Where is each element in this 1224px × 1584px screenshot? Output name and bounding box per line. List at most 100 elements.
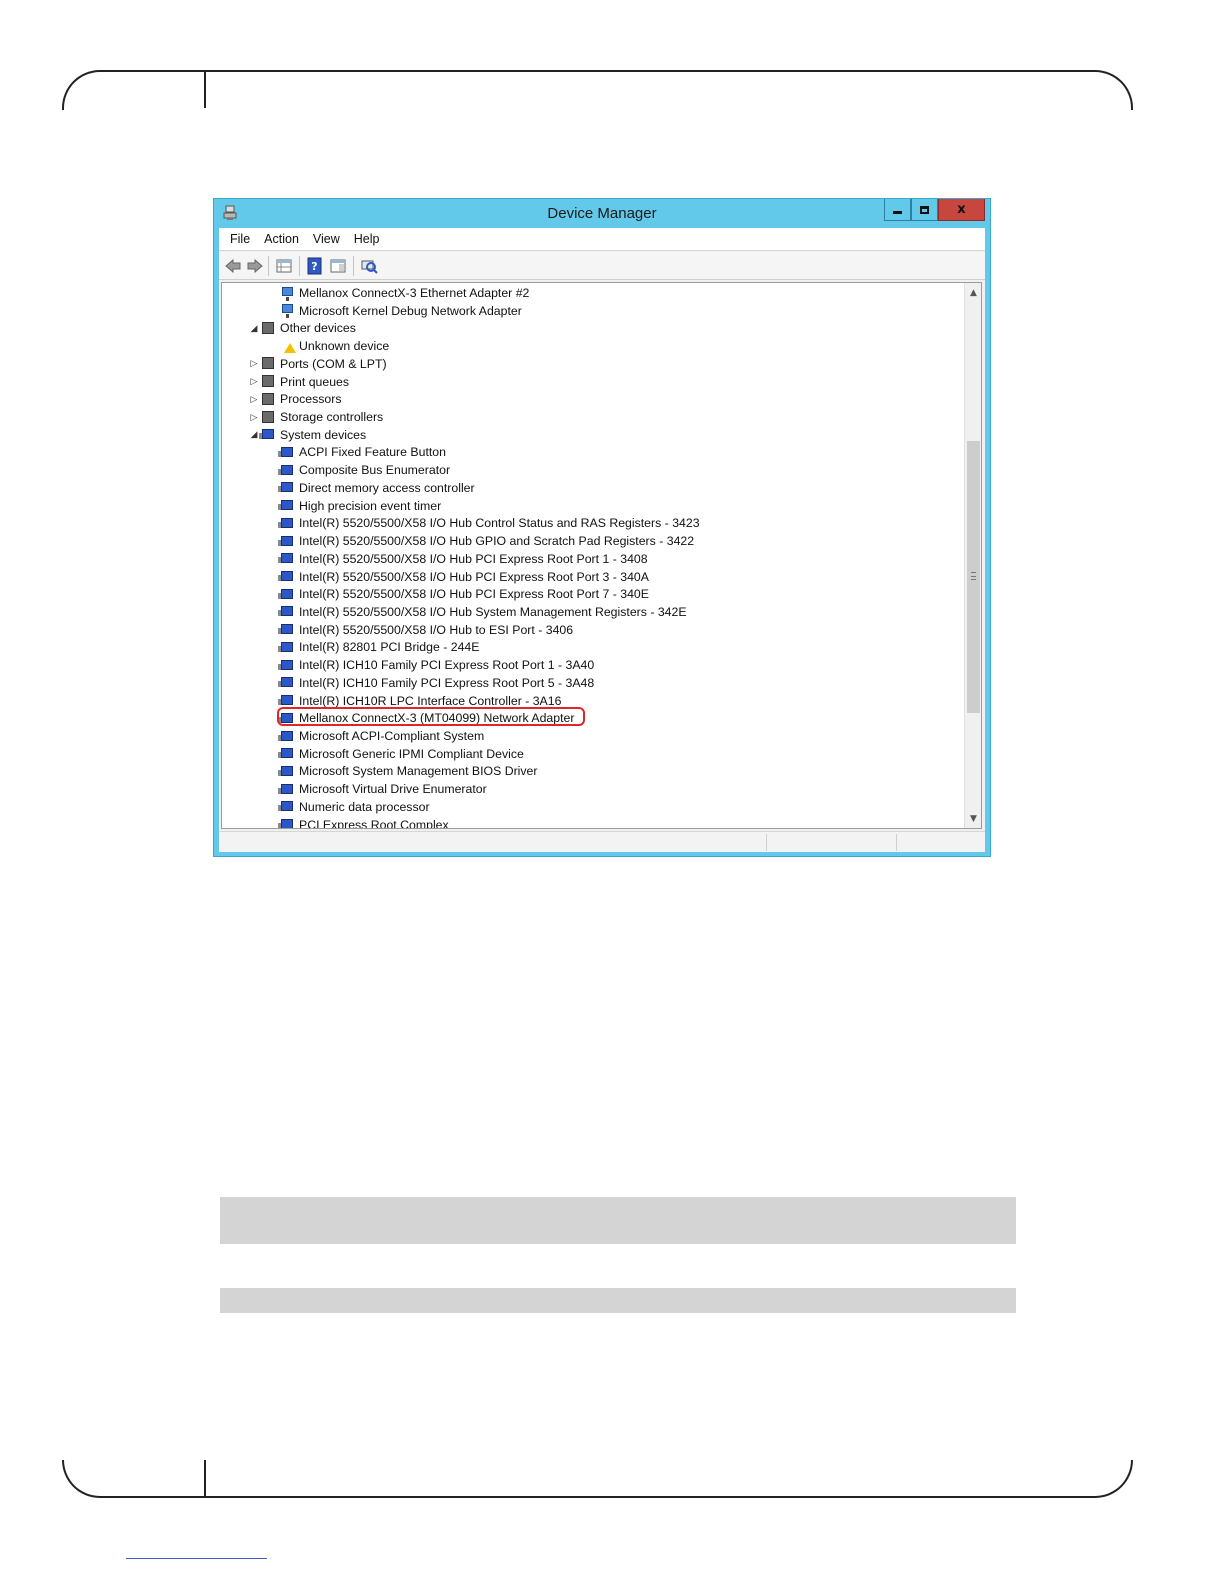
system-device-icon xyxy=(278,640,295,655)
toolbar-separator xyxy=(353,256,354,276)
collapsed-arrow-icon[interactable]: ▷ xyxy=(248,394,260,405)
tree-item[interactable]: Microsoft ACPI-Compliant System xyxy=(267,727,484,745)
tree-item-label: Intel(R) ICH10 Family PCI Express Root P… xyxy=(299,675,595,690)
system-device-icon xyxy=(278,551,295,566)
menu-file[interactable]: File xyxy=(223,232,257,246)
footer-link-underline[interactable] xyxy=(126,1558,267,1559)
scrollbar-thumb[interactable] xyxy=(967,441,980,713)
tree-item-label: Microsoft Generic IPMI Compliant Device xyxy=(299,746,524,761)
status-divider xyxy=(766,834,767,851)
printer-icon xyxy=(260,374,276,389)
tree-category[interactable]: ▷ Processors xyxy=(248,390,342,408)
page-header-frame xyxy=(62,70,1133,110)
tree-item-label: Direct memory access controller xyxy=(299,480,475,495)
system-device-icon xyxy=(278,746,295,761)
scroll-down-arrow-icon[interactable]: ▼ xyxy=(966,811,981,826)
tree-item-label: Unknown device xyxy=(299,339,390,354)
tree-item-label: Intel(R) 82801 PCI Bridge - 244E xyxy=(299,640,480,655)
toolbar: ? xyxy=(219,252,985,280)
maximize-button[interactable] xyxy=(911,199,938,221)
expanded-arrow-icon[interactable]: ◢ xyxy=(248,323,260,334)
processor-icon xyxy=(260,392,276,407)
tree-item[interactable]: Unknown device xyxy=(267,337,389,355)
system-device-icon xyxy=(278,817,295,828)
close-button[interactable]: x xyxy=(938,199,985,221)
system-device-icon xyxy=(278,587,295,602)
vertical-scrollbar[interactable]: ▲ ▼ xyxy=(964,283,981,828)
system-device-icon xyxy=(278,534,295,549)
tree-item[interactable]: Intel(R) 82801 PCI Bridge - 244E xyxy=(267,638,479,656)
menu-help[interactable]: Help xyxy=(347,232,387,246)
tree-item[interactable]: Microsoft System Management BIOS Driver xyxy=(267,762,538,780)
tree-item[interactable]: PCI Express Root Complex xyxy=(267,816,449,829)
system-device-icon xyxy=(278,658,295,673)
forward-arrow-icon[interactable] xyxy=(246,257,264,275)
system-device-icon xyxy=(278,569,295,584)
menu-action[interactable]: Action xyxy=(257,232,306,246)
tree-item-label: PCI Express Root Complex xyxy=(299,817,449,829)
collapsed-arrow-icon[interactable]: ▷ xyxy=(248,376,260,387)
menu-view[interactable]: View xyxy=(306,232,347,246)
tree-item[interactable]: Intel(R) 5520/5500/X58 I/O Hub Control S… xyxy=(267,514,700,532)
minimize-button[interactable] xyxy=(884,199,911,221)
scan-hardware-icon[interactable] xyxy=(360,257,378,275)
tree-category[interactable]: ◢ Other devices xyxy=(248,319,356,337)
system-device-icon xyxy=(278,498,295,513)
tree-item-label: Intel(R) 5520/5500/X58 I/O Hub GPIO and … xyxy=(299,534,695,549)
scrollbar-grip-icon xyxy=(971,572,976,580)
highlight-annotation xyxy=(277,707,585,726)
tree-item-label: Intel(R) 5520/5500/X58 I/O Hub PCI Expre… xyxy=(299,551,648,566)
tree-item[interactable]: Microsoft Kernel Debug Network Adapter xyxy=(267,302,522,320)
window-title: Device Manager xyxy=(547,205,657,222)
tree-item-label: Processors xyxy=(280,392,342,407)
collapsed-arrow-icon[interactable]: ▷ xyxy=(248,412,260,423)
tree-item[interactable]: Composite Bus Enumerator xyxy=(267,461,450,479)
collapsed-arrow-icon[interactable]: ▷ xyxy=(248,358,260,369)
tree-item[interactable]: Intel(R) 5520/5500/X58 I/O Hub PCI Expre… xyxy=(267,568,649,586)
status-bar xyxy=(219,831,985,852)
tree-item[interactable]: Intel(R) 5520/5500/X58 I/O Hub PCI Expre… xyxy=(267,585,649,603)
tree-item[interactable]: ACPI Fixed Feature Button xyxy=(267,443,446,461)
tree-item[interactable]: Microsoft Generic IPMI Compliant Device xyxy=(267,745,524,763)
tree-item[interactable]: Direct memory access controller xyxy=(267,479,475,497)
tree-item[interactable]: Intel(R) 5520/5500/X58 I/O Hub to ESI Po… xyxy=(267,621,573,639)
tree-item[interactable]: Intel(R) ICH10 Family PCI Express Root P… xyxy=(267,656,594,674)
tree-item-label: Intel(R) 5520/5500/X58 I/O Hub to ESI Po… xyxy=(299,622,574,637)
tree-item[interactable]: Intel(R) 5520/5500/X58 I/O Hub GPIO and … xyxy=(267,532,694,550)
maximize-icon xyxy=(920,205,929,214)
tree-item-label: Microsoft Kernel Debug Network Adapter xyxy=(299,303,522,318)
tree-item[interactable]: Intel(R) 5520/5500/X58 I/O Hub System Ma… xyxy=(267,603,687,621)
tree-category[interactable]: ▷ Ports (COM & LPT) xyxy=(248,355,387,373)
tree-item-label: Microsoft System Management BIOS Driver xyxy=(299,764,538,779)
network-adapter-icon xyxy=(279,303,295,319)
grey-content-bar xyxy=(220,1288,1016,1313)
title-bar[interactable]: Device Manager x xyxy=(214,199,990,228)
back-arrow-icon[interactable] xyxy=(224,257,242,275)
help-icon[interactable]: ? xyxy=(306,257,324,275)
tree-item[interactable]: Numeric data processor xyxy=(267,798,430,816)
tree-category[interactable]: ▷ Print queues xyxy=(248,373,350,391)
page-footer-divider xyxy=(204,1460,206,1498)
tree-item[interactable]: Intel(R) ICH10 Family PCI Express Root P… xyxy=(267,674,594,692)
tree-category[interactable]: ◢ System devices xyxy=(248,426,367,444)
tree-item-label: Print queues xyxy=(280,374,350,389)
tree-item[interactable]: Mellanox ConnectX-3 Ethernet Adapter #2 xyxy=(267,284,529,302)
system-device-icon xyxy=(278,675,295,690)
device-tree[interactable]: Mellanox ConnectX-3 Ethernet Adapter #2 M… xyxy=(221,282,982,829)
tree-item-label: Intel(R) 5520/5500/X58 I/O Hub System Ma… xyxy=(299,604,687,619)
network-adapter-icon xyxy=(279,286,295,301)
system-device-icon xyxy=(278,764,295,779)
tree-item-label: System devices xyxy=(280,427,367,442)
tree-item[interactable]: Microsoft Virtual Drive Enumerator xyxy=(267,780,487,798)
tree-item-label: Microsoft Virtual Drive Enumerator xyxy=(299,782,487,797)
tree-item-label: Microsoft ACPI-Compliant System xyxy=(299,729,485,743)
properties-grid-icon[interactable] xyxy=(275,257,293,275)
minimize-icon xyxy=(893,211,902,214)
scroll-up-arrow-icon[interactable]: ▲ xyxy=(966,285,981,300)
tree-item[interactable]: High precision event timer xyxy=(267,497,441,515)
tree-item-label: High precision event timer xyxy=(299,498,442,513)
tree-category[interactable]: ▷ Storage controllers xyxy=(248,408,384,426)
view-panel-icon[interactable] xyxy=(329,257,347,275)
tree-item-label: Other devices xyxy=(280,321,356,336)
tree-item[interactable]: Intel(R) 5520/5500/X58 I/O Hub PCI Expre… xyxy=(267,550,648,568)
